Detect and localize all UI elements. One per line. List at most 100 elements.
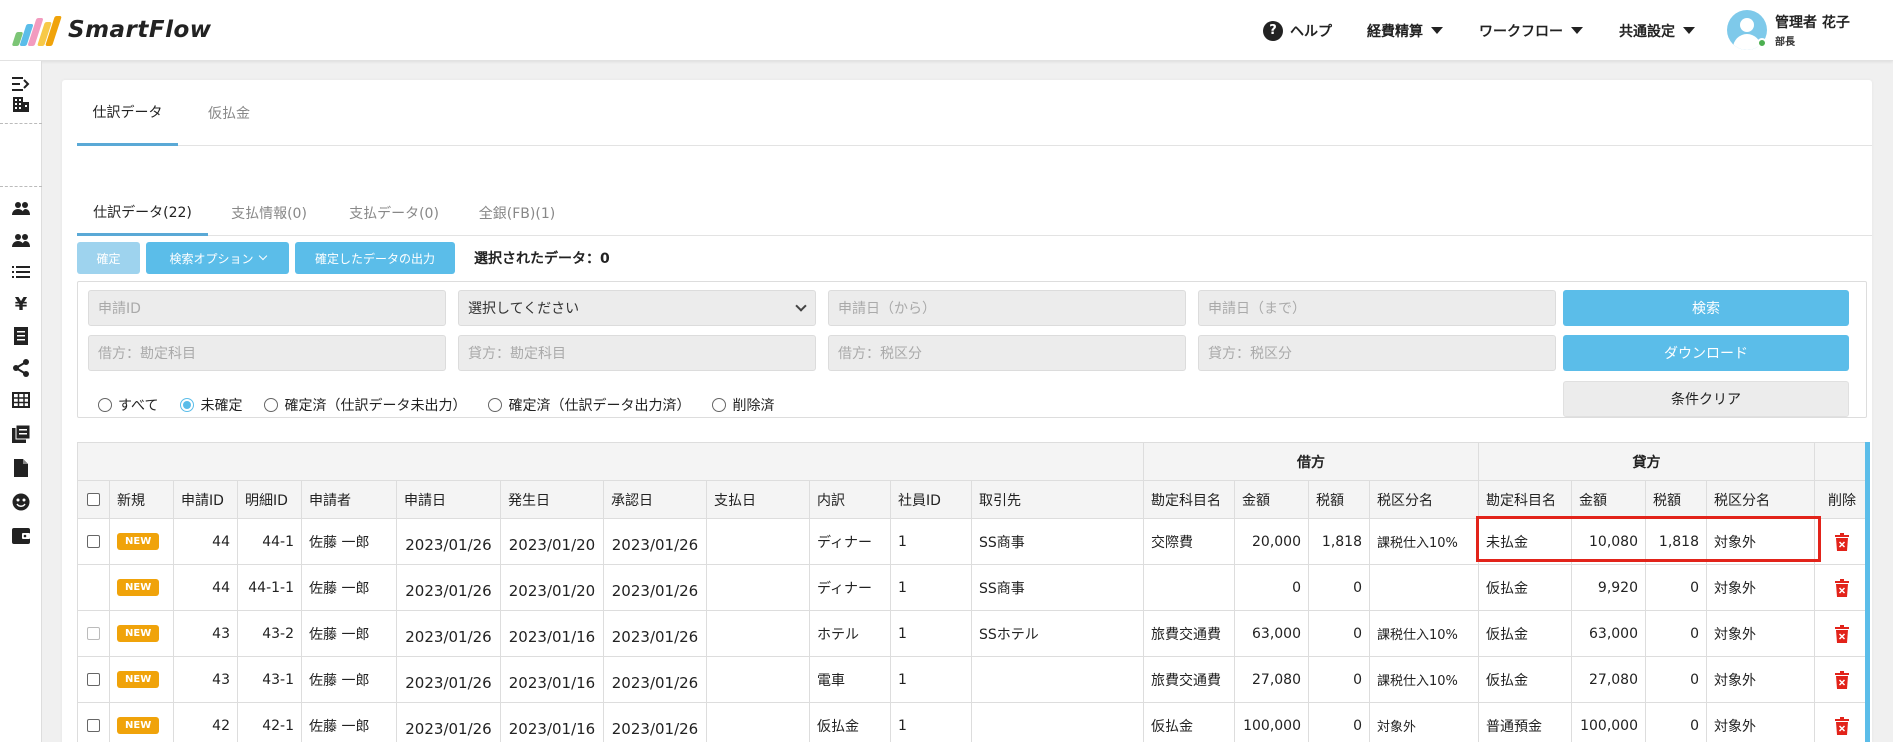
menu-workflow-label: ワークフロー: [1479, 23, 1563, 40]
select-all-checkbox[interactable]: [78, 481, 110, 518]
app-logo[interactable]: SmartFlow: [11, 12, 212, 48]
date-to-field[interactable]: 申請日（まで）: [1198, 290, 1556, 326]
cell-detail-id: 44-1-1: [238, 565, 302, 610]
cell-breakdown: ディナー: [810, 565, 891, 610]
tab-journal-data-count[interactable]: 仕訳データ(22): [77, 190, 208, 236]
radio-confirmed-exported[interactable]: 確定済（仕訳データ出力済）: [488, 395, 690, 415]
user-menu[interactable]: 管理者 花子 部長: [1727, 10, 1850, 50]
cell-emp-id: 1: [891, 611, 972, 656]
credit-account-field[interactable]: 貸方：勘定科目: [458, 335, 816, 371]
menu-expense[interactable]: 経費精算: [1367, 0, 1443, 61]
cell-d-tax: 1,818: [1309, 519, 1370, 564]
delete-icon[interactable]: [1815, 565, 1870, 610]
status-select-value: 選択してください: [468, 301, 580, 317]
cell-applied: 2023/01/26: [397, 565, 501, 610]
scroll-indicator[interactable]: [1865, 442, 1870, 742]
row-checkbox[interactable]: [78, 703, 110, 742]
chevron-down-icon: [795, 300, 807, 312]
clear-conditions-button[interactable]: 条件クリア: [1563, 381, 1849, 417]
column-header: 勘定科目名: [1144, 481, 1235, 518]
cell-d-account: 仮払金: [1144, 703, 1235, 742]
export-confirmed-button[interactable]: 確定したデータの出力: [295, 242, 455, 274]
debit-tax-field[interactable]: 借方：税区分: [828, 335, 1186, 371]
cell-partner: SS商事: [972, 565, 1144, 610]
delete-icon[interactable]: [1815, 703, 1870, 742]
collapse-icon[interactable]: [10, 73, 32, 95]
row-checkbox[interactable]: [78, 611, 110, 656]
cell-c-amount: 63,000: [1572, 611, 1646, 656]
table-header: 新規 申請ID 明細ID 申請者 申請日 発生日 承認日 支払日 内訳 社員ID 取引先 勘定科目名金…: [78, 481, 1870, 519]
cell-partner: SSホテル: [972, 611, 1144, 656]
cell-d-amount: 0: [1235, 565, 1309, 610]
table-row[interactable]: NEW 43 43-2 佐藤 一郎 2023/01/26 2023/01/16 2023/0…: [78, 611, 1870, 657]
table-row[interactable]: NEW 42 42-1 佐藤 一郎 2023/01/26 2023/01/16 2023/0…: [78, 703, 1870, 742]
cell-c-tax: 0: [1646, 611, 1707, 656]
tab-payment-data[interactable]: 支払データ(0): [339, 190, 449, 236]
users-icon[interactable]: [10, 197, 32, 219]
user-group-icon[interactable]: [10, 229, 32, 251]
application-id-field[interactable]: 申請ID: [88, 290, 446, 326]
file-icon[interactable]: [10, 457, 32, 479]
credit-group-header: 貸方: [1479, 443, 1815, 480]
user-name: 管理者 花子: [1775, 15, 1850, 31]
table-row[interactable]: NEW 44 44-1 佐藤 一郎 2023/01/26 2023/01/20 2023/0…: [78, 519, 1870, 565]
help-link[interactable]: ? ヘルプ: [1263, 0, 1332, 61]
cell-occurred: 2023/01/16: [501, 657, 604, 702]
row-checkbox[interactable]: [78, 519, 110, 564]
table-icon[interactable]: [10, 389, 32, 411]
tab-payment-info[interactable]: 支払情報(0): [219, 190, 319, 236]
radio-unconfirmed[interactable]: 未確定: [180, 395, 242, 415]
share-icon[interactable]: [10, 357, 32, 379]
row-checkbox[interactable]: [78, 657, 110, 702]
download-button[interactable]: ダウンロード: [1563, 335, 1849, 371]
debit-group-header: 借方: [1144, 443, 1479, 480]
cell-applicant: 佐藤 一郎: [302, 565, 397, 610]
journal-icon[interactable]: [10, 423, 32, 445]
confirm-button[interactable]: 確定: [77, 242, 140, 274]
cell-d-account: 旅費交通費: [1144, 657, 1235, 702]
menu-settings[interactable]: 共通設定: [1619, 0, 1695, 61]
status-radio-group: すべて 未確定 確定済（仕訳データ未出力） 確定済（仕訳データ出力済） 削除済: [98, 395, 796, 415]
column-header: 内訳: [810, 481, 891, 518]
cell-c-amount: 100,000: [1572, 703, 1646, 742]
cell-d-amount: 100,000: [1235, 703, 1309, 742]
menu-workflow[interactable]: ワークフロー: [1479, 0, 1583, 61]
cell-applied: 2023/01/26: [397, 657, 501, 702]
table-row[interactable]: NEW 44 44-1-1 佐藤 一郎 2023/01/26 2023/01/20 2023…: [78, 565, 1870, 611]
column-header: 取引先: [972, 481, 1144, 518]
radio-confirmed-not-exported[interactable]: 確定済（仕訳データ未出力）: [264, 395, 466, 415]
row-checkbox[interactable]: [78, 565, 110, 610]
tab-journal-data[interactable]: 仕訳データ: [77, 80, 178, 146]
delete-icon[interactable]: [1815, 519, 1870, 564]
document-icon[interactable]: [10, 325, 32, 347]
delete-icon[interactable]: [1815, 657, 1870, 702]
column-header: 税区分名: [1707, 481, 1815, 518]
status-select[interactable]: 選択してください: [458, 290, 816, 326]
cell-d-tax-type: 対象外: [1370, 703, 1479, 742]
table-row[interactable]: NEW 43 43-1 佐藤 一郎 2023/01/26 2023/01/16 2023/0…: [78, 657, 1870, 703]
list-icon[interactable]: [10, 261, 32, 283]
cell-breakdown: 電車: [810, 657, 891, 702]
radio-all[interactable]: すべて: [98, 395, 158, 415]
cell-c-account: 未払金: [1479, 519, 1572, 564]
top-header: SmartFlow ? ヘルプ 経費精算 ワークフロー 共通設定 管理者 花子 …: [0, 0, 1893, 61]
cell-approved: 2023/01/26: [604, 703, 707, 742]
search-options-button[interactable]: 検索オプション: [146, 242, 289, 274]
debit-account-field[interactable]: 借方：勘定科目: [88, 335, 446, 371]
cell-c-amount: 10,080: [1572, 519, 1646, 564]
cell-c-tax-type: 対象外: [1707, 657, 1815, 702]
new-badge: NEW: [117, 671, 160, 688]
tab-zengin-fb[interactable]: 全銀(FB)(1): [467, 190, 567, 236]
search-button[interactable]: 検索: [1563, 290, 1849, 326]
delete-icon[interactable]: [1815, 611, 1870, 656]
smile-icon[interactable]: [10, 491, 32, 513]
cell-paid: [707, 565, 810, 610]
date-from-field[interactable]: 申請日（から）: [828, 290, 1186, 326]
wallet-icon[interactable]: [10, 525, 32, 547]
credit-tax-field[interactable]: 貸方：税区分: [1198, 335, 1556, 371]
building-icon[interactable]: [10, 93, 32, 115]
tab-suspense-payment[interactable]: 仮払金: [189, 80, 269, 146]
cell-applicant: 佐藤 一郎: [302, 657, 397, 702]
radio-deleted[interactable]: 削除済: [712, 395, 774, 415]
yen-icon[interactable]: ¥: [10, 293, 32, 315]
